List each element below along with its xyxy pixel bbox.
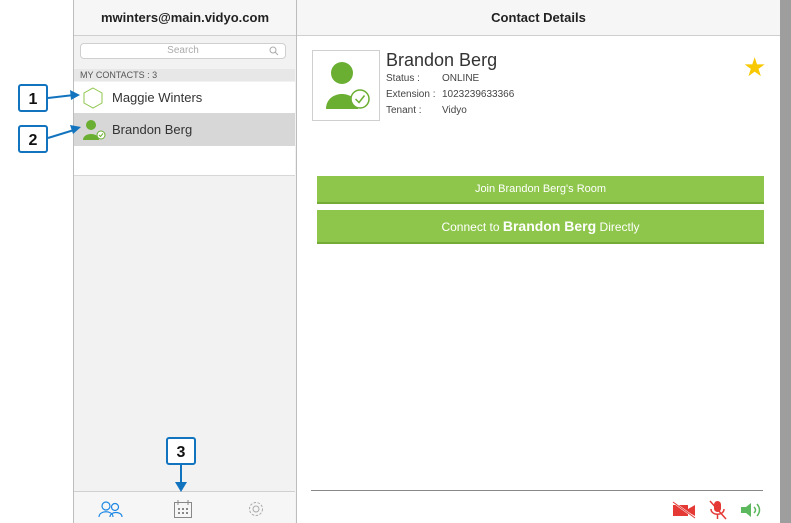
callout-arrows	[47, 90, 187, 492]
